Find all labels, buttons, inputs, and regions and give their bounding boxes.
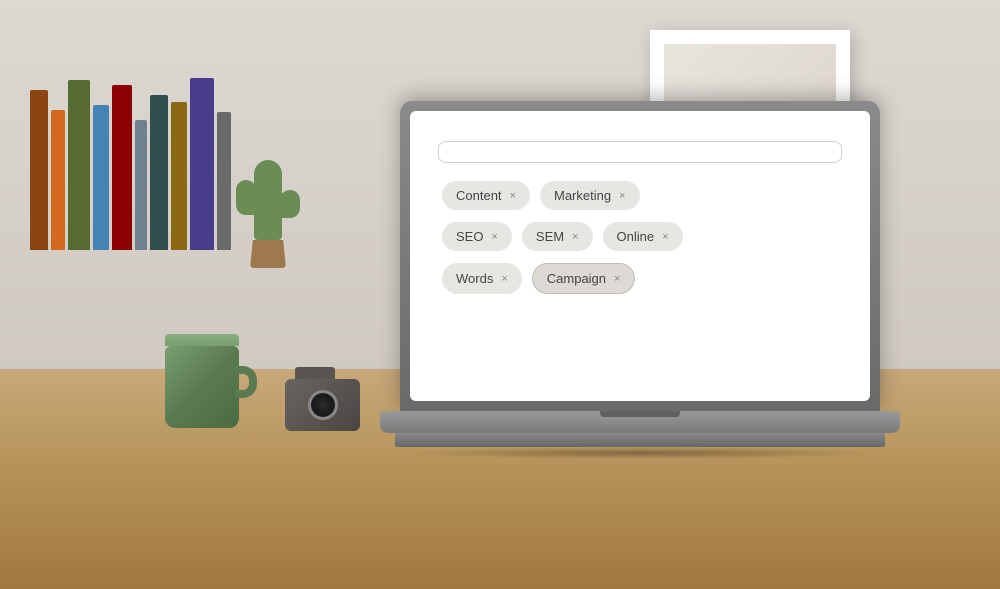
tag-content[interactable]: Content × <box>442 181 530 210</box>
laptop-keyboard <box>395 433 885 447</box>
tag-words[interactable]: Words × <box>442 263 522 294</box>
mug-body <box>165 346 239 428</box>
cactus-arm-left <box>236 180 256 215</box>
book-8 <box>190 78 214 250</box>
laptop-hinge <box>600 411 680 417</box>
book-1 <box>51 110 65 250</box>
camera <box>285 367 360 427</box>
laptop: Content×Marketing×SEO×SEM×Online×Words×C… <box>370 101 910 459</box>
tag-label: SEM <box>536 229 564 244</box>
book-5 <box>135 120 147 250</box>
mug <box>165 334 245 424</box>
cactus <box>250 160 286 268</box>
tag-label: Words <box>456 271 493 286</box>
book-6 <box>150 95 168 250</box>
tag-seo[interactable]: SEO × <box>442 222 512 251</box>
scene: Content×Marketing×SEO×SEM×Online×Words×C… <box>0 0 1000 589</box>
tag-label: Content <box>456 188 502 203</box>
tag-remove-icon[interactable]: × <box>510 190 516 202</box>
book-7 <box>171 102 187 250</box>
camera-body <box>285 379 360 431</box>
camera-lens <box>308 390 338 420</box>
tag-remove-icon[interactable]: × <box>501 273 507 285</box>
tag-remove-icon[interactable]: × <box>614 273 620 285</box>
laptop-screen: Content×Marketing×SEO×SEM×Online×Words×C… <box>410 111 870 401</box>
mug-rim <box>165 334 239 346</box>
tag-remove-icon[interactable]: × <box>572 231 578 243</box>
tags-section: Content×Marketing×SEO×SEM×Online×Words×C… <box>438 181 842 294</box>
book-9 <box>217 112 231 250</box>
tag-label: Marketing <box>554 188 611 203</box>
tag-remove-icon[interactable]: × <box>619 190 625 202</box>
tag-remove-icon[interactable]: × <box>662 231 668 243</box>
search-bar[interactable] <box>438 141 842 163</box>
screen-content: Content×Marketing×SEO×SEM×Online×Words×C… <box>410 111 870 401</box>
tag-marketing[interactable]: Marketing × <box>540 181 640 210</box>
laptop-screen-wrapper: Content×Marketing×SEO×SEM×Online×Words×C… <box>370 101 910 459</box>
cactus-arm-right <box>280 190 300 218</box>
tag-sem[interactable]: SEM × <box>522 222 593 251</box>
tag-campaign[interactable]: Campaign × <box>532 263 636 294</box>
tags-row-0: Content × Marketing × <box>442 181 838 210</box>
cactus-body <box>254 160 282 240</box>
book-0 <box>30 90 48 250</box>
laptop-shadow <box>400 447 880 459</box>
book-2 <box>68 80 90 250</box>
books-container <box>30 50 231 250</box>
tag-online[interactable]: Online × <box>603 222 683 251</box>
tags-row-2: Words × Campaign × <box>442 263 838 294</box>
laptop-lid: Content×Marketing×SEO×SEM×Online×Words×C… <box>400 101 880 411</box>
cactus-pot-container <box>250 240 286 268</box>
tag-label: Online <box>617 229 655 244</box>
book-3 <box>93 105 109 250</box>
tag-remove-icon[interactable]: × <box>491 231 497 243</box>
tags-row-1: SEO × SEM × Online × <box>442 222 838 251</box>
book-4 <box>112 85 132 250</box>
tag-label: Campaign <box>547 271 606 286</box>
camera-top <box>295 367 335 379</box>
tag-label: SEO <box>456 229 483 244</box>
laptop-base <box>380 411 900 433</box>
